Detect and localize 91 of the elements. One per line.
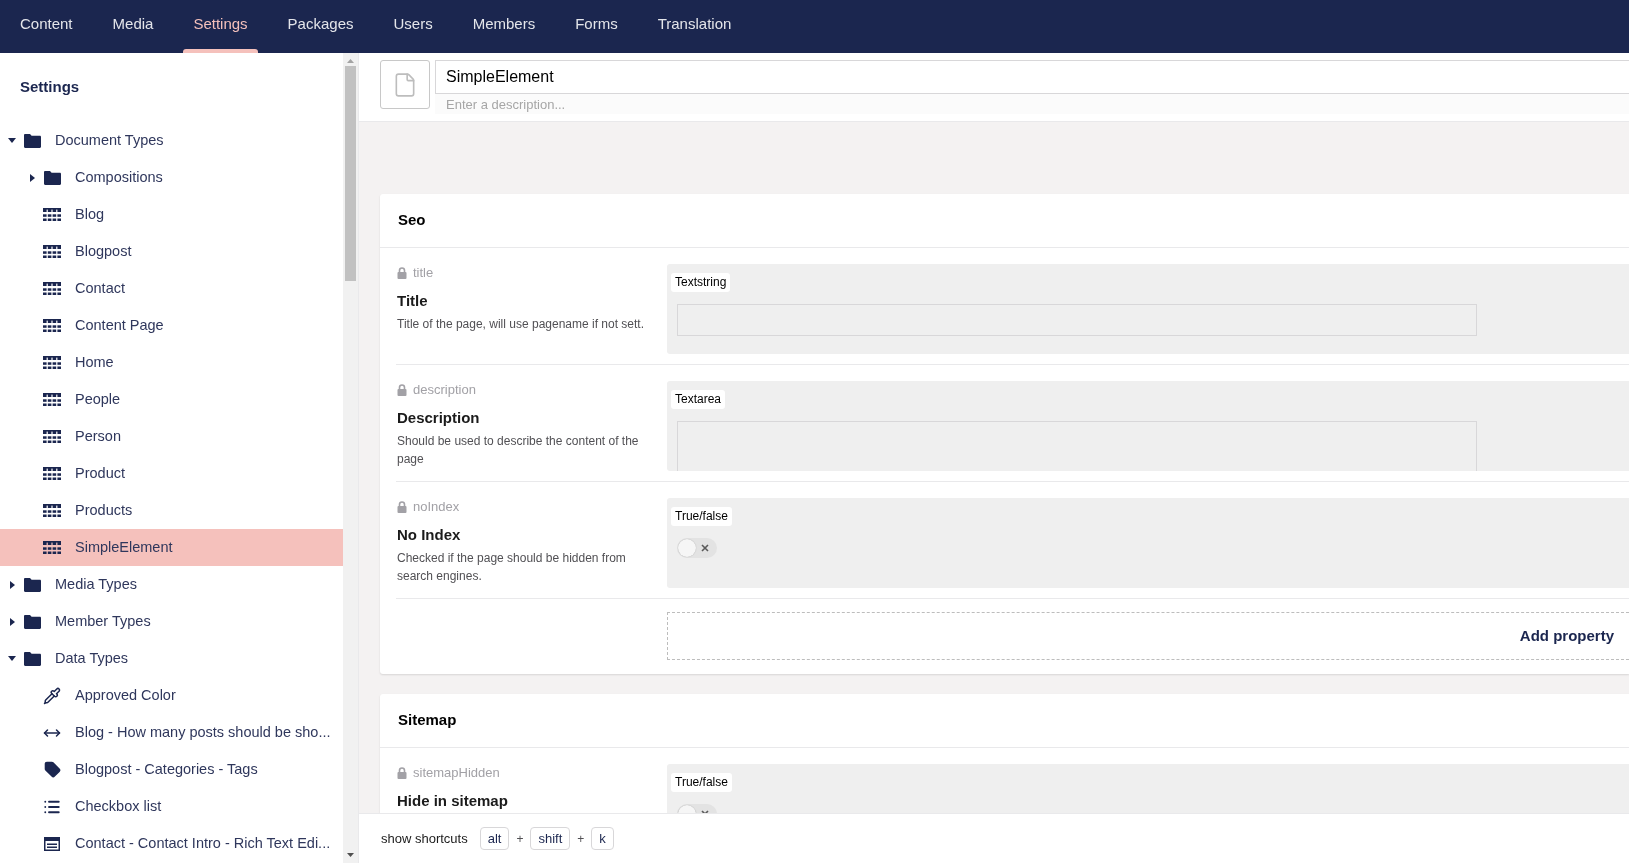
icon-picker-button[interactable] <box>380 60 430 109</box>
text-box-icon <box>44 836 60 851</box>
property-description: Should be used to describe the content of the page <box>397 433 640 468</box>
caret-right-icon[interactable] <box>9 617 15 626</box>
folder-icon <box>43 170 61 185</box>
tree-item[interactable]: Compositions <box>0 159 343 196</box>
property-alias: description <box>413 381 476 400</box>
caret-down-icon[interactable] <box>8 138 16 143</box>
property-label: No Index <box>397 525 462 545</box>
property-label: Hide in sitemap <box>397 791 509 811</box>
property-alias: sitemapHidden <box>413 764 500 783</box>
grid-icon <box>43 467 61 480</box>
tree-item[interactable]: People <box>0 381 343 418</box>
caret-right-icon[interactable] <box>9 580 15 589</box>
section-tab[interactable]: Users <box>383 0 443 53</box>
property-description: Checked if the page should be hidden from search engines. <box>397 550 627 585</box>
editor-type-badge: Textstring <box>671 273 731 292</box>
section-tab[interactable]: Content <box>10 0 83 53</box>
tree-item[interactable]: Blogpost - Categories - Tags <box>0 751 343 788</box>
tree-item[interactable]: Blogpost <box>0 233 343 270</box>
scrollbar-thumb[interactable] <box>345 66 356 281</box>
group-title: Sitemap <box>398 710 457 731</box>
lock-icon <box>397 384 407 396</box>
x-icon <box>701 544 709 552</box>
editor-type-badge: True/false <box>671 773 732 792</box>
scroll-up-icon[interactable] <box>347 59 354 63</box>
toggle-switch[interactable] <box>677 538 717 558</box>
property-alias: noIndex <box>413 498 460 517</box>
scroll-down-icon[interactable] <box>347 853 354 857</box>
sidebar-title: Settings <box>20 77 80 98</box>
grid-icon <box>43 245 61 258</box>
tree-item[interactable]: Document Types <box>0 122 343 159</box>
tree-item[interactable]: Blog <box>0 196 343 233</box>
caret-down-icon[interactable] <box>8 656 16 661</box>
section-tab[interactable]: Members <box>462 0 546 53</box>
section-tab[interactable]: Translation <box>647 0 742 53</box>
property-label: Title <box>397 291 429 311</box>
lock-icon <box>397 267 407 279</box>
tree-item[interactable]: Member Types <box>0 603 343 640</box>
grid-icon <box>43 504 61 517</box>
section-tab[interactable]: Packages <box>277 0 364 53</box>
tag-icon <box>43 761 61 778</box>
text-input[interactable] <box>677 304 1477 336</box>
shortcuts-label: show shortcuts <box>381 829 468 848</box>
section-tab[interactable]: Media <box>102 0 164 53</box>
folder-icon <box>23 614 41 629</box>
eyedropper-icon <box>43 686 61 705</box>
grid-icon <box>43 208 61 221</box>
section-tab[interactable]: Forms <box>565 0 628 53</box>
group-title: Seo <box>398 210 426 231</box>
grid-icon <box>43 541 61 554</box>
name-field[interactable]: SimpleElement <box>435 60 1629 94</box>
property-alias: title <box>413 264 434 283</box>
description-field[interactable]: Enter a description... <box>435 94 1629 114</box>
property-label: Description <box>397 408 481 428</box>
textarea-field[interactable] <box>677 421 1477 471</box>
tree-item[interactable]: Approved Color <box>0 677 343 714</box>
grid-icon <box>43 430 61 443</box>
folder-icon <box>23 651 41 666</box>
caret-right-icon[interactable] <box>29 173 35 182</box>
tree-item[interactable]: Content Page <box>0 307 343 344</box>
lock-icon <box>397 767 407 779</box>
key-cap: shift <box>530 827 571 850</box>
tree-item[interactable]: Home <box>0 344 343 381</box>
tree-item[interactable]: Contact <box>0 270 343 307</box>
tree-item[interactable]: Data Types <box>0 640 343 677</box>
scrollbar[interactable] <box>343 53 358 863</box>
tree-item[interactable]: Product <box>0 455 343 492</box>
lock-icon <box>397 501 407 513</box>
key-cap: k <box>591 827 614 850</box>
tree-item[interactable]: Person <box>0 418 343 455</box>
grid-icon <box>43 282 61 295</box>
folder-icon <box>23 577 41 592</box>
tree-item[interactable]: Contact - Contact Intro - Rich Text Edi... <box>0 825 343 862</box>
grid-icon <box>43 356 61 369</box>
editor-type-badge: True/false <box>671 507 732 526</box>
editor-type-badge: Textarea <box>671 390 726 409</box>
key-cap: alt <box>479 827 510 850</box>
tree-item[interactable]: Blog - How many posts should be sho... <box>0 714 343 751</box>
section-tab[interactable]: Settings <box>183 0 258 53</box>
plus-sign: + <box>516 830 524 848</box>
tree-item[interactable]: Checkbox list <box>0 788 343 825</box>
property-description: Title of the page, will use pagename if not sett. <box>397 316 646 333</box>
add-property-button[interactable]: Add property <box>667 612 1629 660</box>
grid-icon <box>43 319 61 332</box>
folder-icon <box>23 133 41 148</box>
plus-sign: + <box>577 830 585 848</box>
tree-item[interactable]: SimpleElement <box>0 529 343 566</box>
tree-item[interactable]: Media Types <box>0 566 343 603</box>
grid-icon <box>43 393 61 406</box>
tree-item[interactable]: Products <box>0 492 343 529</box>
